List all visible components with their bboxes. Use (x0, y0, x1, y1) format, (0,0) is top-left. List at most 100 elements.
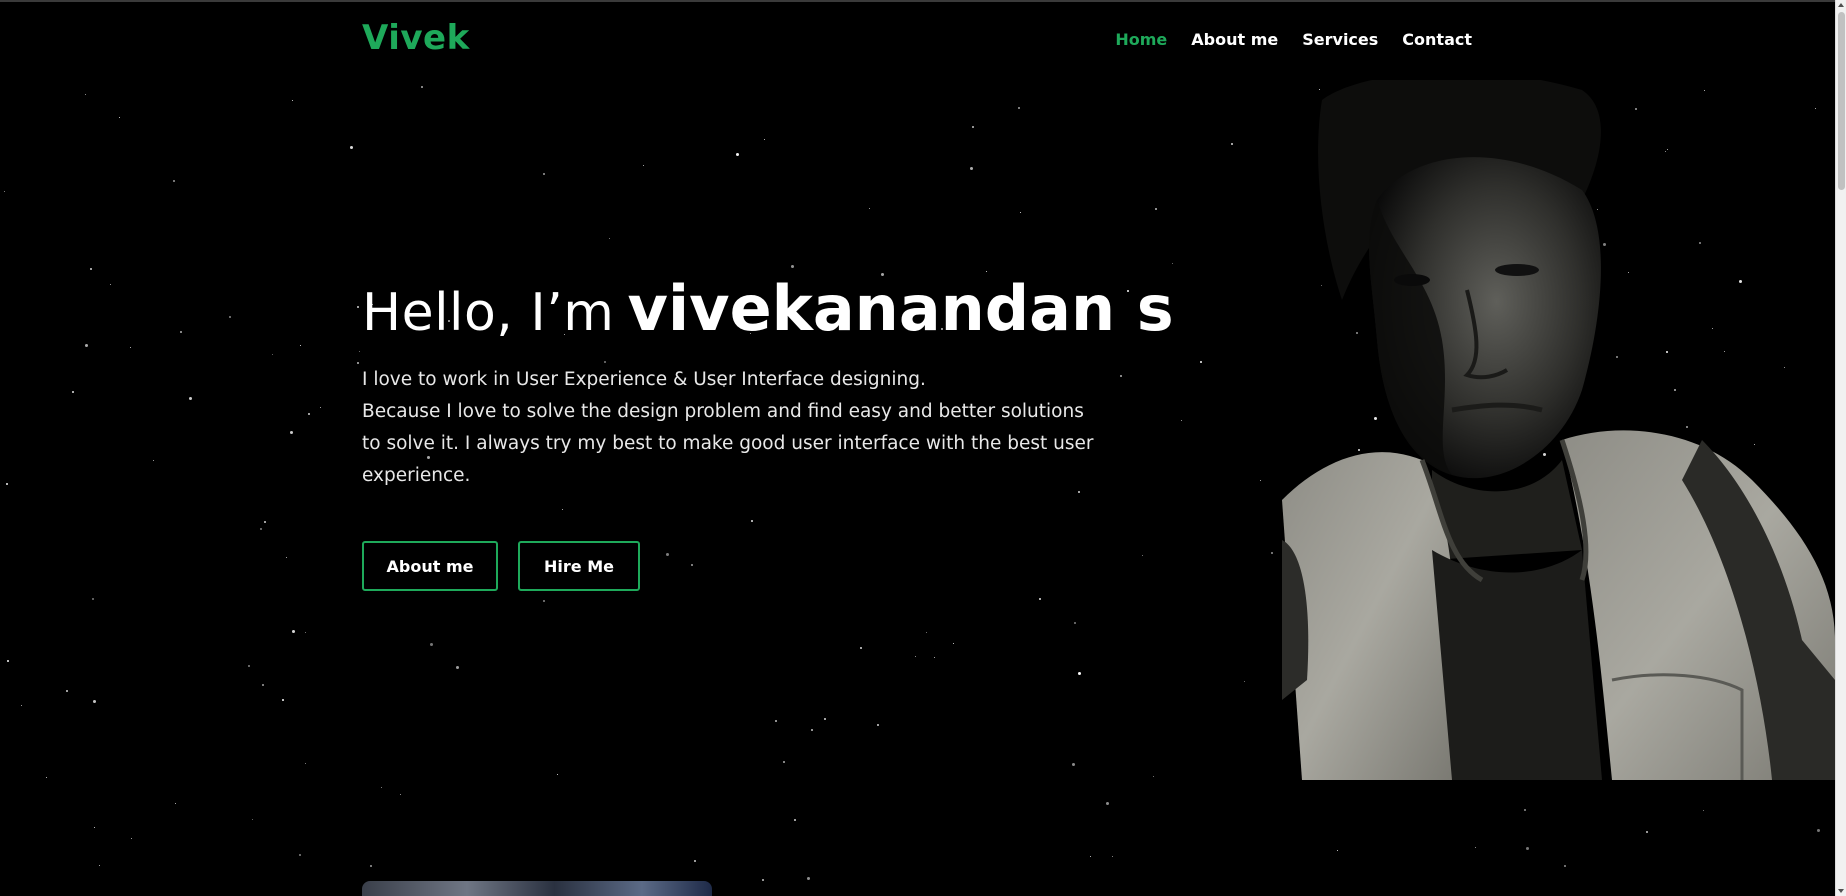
scrollbar-thumb[interactable] (1838, 12, 1845, 190)
star-dot (85, 344, 88, 347)
star-dot (934, 657, 936, 659)
star-dot (421, 86, 423, 88)
star-dot (824, 718, 826, 720)
star-dot (1524, 809, 1526, 811)
site-logo[interactable]: Vivek (362, 18, 470, 58)
star-dot (1020, 212, 1022, 214)
page-scrollbar[interactable] (1835, 0, 1846, 896)
star-dot (1106, 802, 1109, 805)
about-me-button[interactable]: About me (362, 541, 498, 591)
star-dot (1078, 672, 1081, 675)
star-dot (1153, 776, 1155, 778)
star-dot (305, 763, 307, 765)
star-dot (292, 100, 294, 102)
star-dot (609, 238, 611, 240)
star-dot (357, 306, 359, 308)
star-dot (1074, 622, 1076, 624)
star-dot (153, 460, 155, 462)
star-dot (282, 699, 284, 701)
star-dot (791, 265, 794, 268)
nav-link-services[interactable]: Services (1302, 30, 1378, 49)
star-dot (370, 865, 372, 867)
star-dot (299, 854, 301, 856)
star-dot (189, 397, 192, 400)
star-dot (926, 632, 928, 634)
star-dot (811, 729, 813, 731)
star-dot (292, 630, 295, 633)
star-dot (972, 126, 974, 128)
star-dot (110, 284, 112, 286)
star-dot (229, 316, 231, 318)
star-dot (1142, 555, 1144, 557)
star-dot (783, 761, 785, 763)
star-dot (260, 528, 262, 530)
star-dot (6, 483, 8, 485)
star-dot (175, 803, 177, 805)
star-dot (694, 860, 696, 862)
star-dot (173, 180, 175, 182)
star-dot (320, 407, 322, 409)
nav-links: Home About me Services Contact (1115, 30, 1472, 49)
star-dot (666, 553, 669, 556)
star-dot (99, 865, 101, 867)
star-dot (557, 774, 559, 776)
star-dot (953, 643, 955, 645)
project-card-preview[interactable] (362, 881, 712, 896)
star-dot (1817, 829, 1820, 832)
star-dot (1039, 598, 1041, 600)
nav-link-home[interactable]: Home (1115, 30, 1167, 49)
star-dot (456, 666, 459, 669)
nav-link-contact[interactable]: Contact (1402, 30, 1472, 49)
hero-name: vivekanandan s (627, 272, 1174, 345)
star-dot (248, 665, 250, 667)
star-dot (1564, 865, 1566, 867)
star-dot (915, 656, 917, 658)
profile-photo-icon (1282, 80, 1835, 780)
hero-greeting: Hello, I’m (362, 283, 615, 343)
star-dot (970, 167, 973, 170)
star-dot (357, 362, 359, 364)
star-dot (860, 647, 862, 649)
hero-buttons: About me Hire Me (362, 541, 640, 591)
nav-link-about[interactable]: About me (1191, 30, 1278, 49)
star-dot (1475, 847, 1477, 849)
star-dot (180, 331, 182, 333)
star-dot (1244, 681, 1246, 683)
star-dot (604, 361, 606, 363)
star-dot (400, 794, 402, 796)
star-dot (21, 705, 23, 707)
star-dot (93, 700, 96, 703)
star-dot (286, 557, 288, 559)
star-dot (562, 509, 564, 511)
star-dot (72, 391, 74, 393)
star-dot (807, 877, 810, 880)
star-dot (1703, 810, 1705, 812)
hero-description: I love to work in User Experience & User… (362, 364, 1102, 492)
hire-me-button[interactable]: Hire Me (518, 541, 640, 591)
star-dot (543, 600, 545, 602)
star-dot (1172, 263, 1174, 265)
star-dot (1271, 552, 1273, 554)
scroll-down-icon[interactable] (1838, 889, 1844, 893)
star-dot (4, 191, 6, 193)
star-dot (430, 643, 433, 646)
hero-title: Hello, I’m vivekanandan s (362, 272, 1174, 345)
star-dot (869, 208, 871, 210)
star-dot (1072, 763, 1075, 766)
hero-description-line2: Because I love to solve the design probl… (362, 401, 1094, 486)
star-dot (90, 268, 92, 270)
star-dot (1231, 143, 1233, 145)
star-dot (300, 345, 302, 347)
scroll-up-icon[interactable] (1838, 3, 1844, 7)
star-dot (762, 879, 764, 881)
star-dot (1200, 361, 1202, 363)
star-dot (764, 139, 766, 141)
star-dot (691, 564, 693, 566)
star-dot (1646, 831, 1648, 833)
star-dot (1260, 480, 1262, 482)
star-dot (877, 724, 879, 726)
star-dot (1181, 420, 1183, 422)
star-dot (131, 838, 133, 840)
star-dot (252, 819, 254, 821)
star-dot (1112, 856, 1114, 858)
